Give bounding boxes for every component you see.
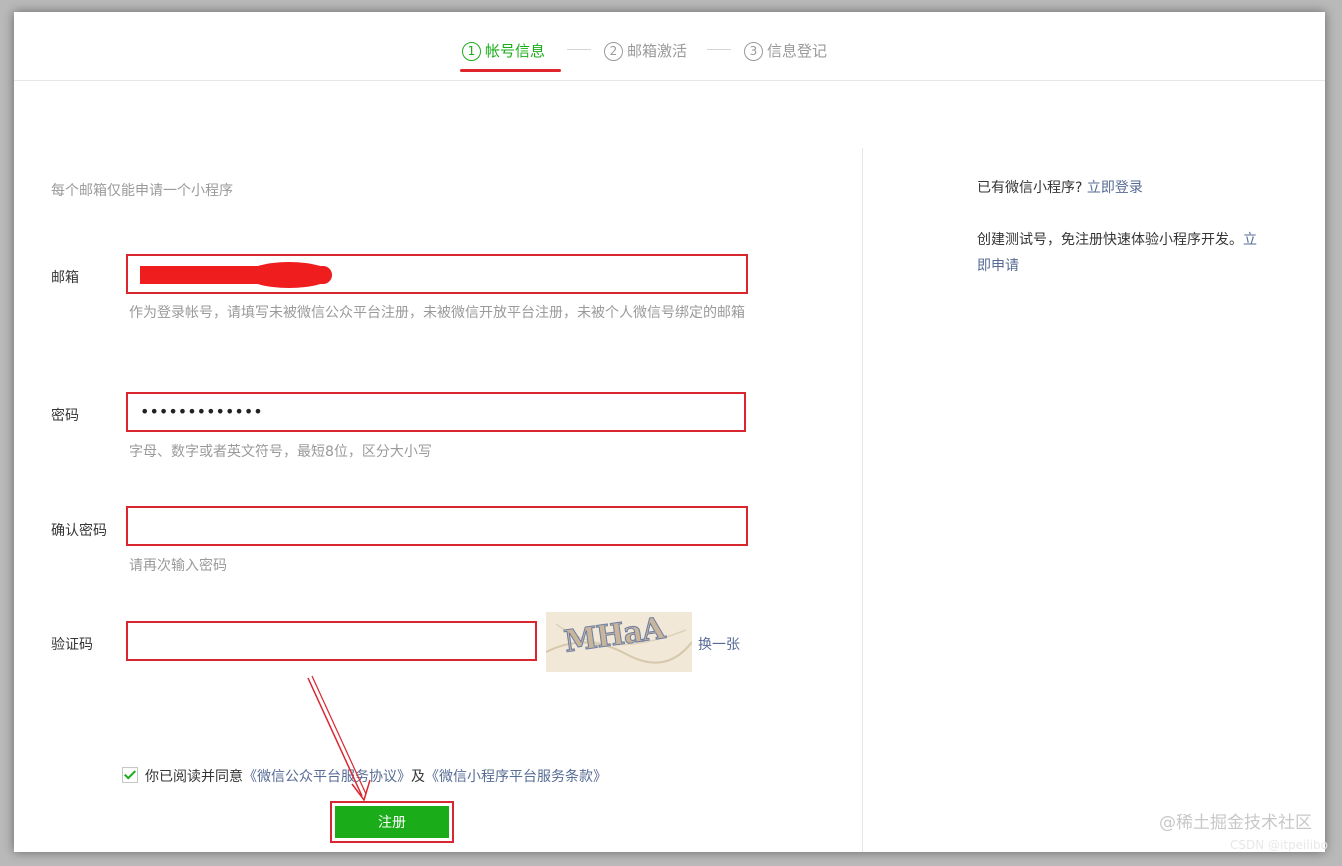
confirm-password-input[interactable] xyxy=(126,506,748,546)
register-button[interactable]: 注册 xyxy=(335,806,449,838)
service-agreement-link[interactable]: 《微信公众平台服务协议》 xyxy=(243,769,411,785)
terms-link[interactable]: 《微信小程序平台服务条款》 xyxy=(425,769,607,785)
agree-checkbox[interactable] xyxy=(122,767,138,783)
login-link[interactable]: 立即登录 xyxy=(1087,180,1143,196)
refresh-captcha-link[interactable]: 换一张 xyxy=(698,634,740,654)
step-account-info: 1 帐号信息 xyxy=(462,40,545,61)
submit-highlight: 注册 xyxy=(330,801,454,843)
annotation-arrow xyxy=(307,675,371,802)
test-account-text: 创建测试号，免注册快速体验小程序开发。 xyxy=(977,232,1243,248)
existing-account-text: 已有微信小程序? xyxy=(977,180,1083,196)
column-divider xyxy=(862,148,863,852)
form-tip: 每个邮箱仅能申请一个小程序 xyxy=(51,183,233,199)
step-email-activate: 2 邮箱激活 xyxy=(604,40,687,61)
active-step-underline xyxy=(460,69,561,72)
email-label: 邮箱 xyxy=(51,270,79,286)
agree-prefix: 你已阅读并同意 xyxy=(145,769,243,785)
step-label: 邮箱激活 xyxy=(627,42,688,60)
agreement-row: 你已阅读并同意《微信公众平台服务协议》及《微信小程序平台服务条款》 xyxy=(122,766,607,786)
registration-page: 1 帐号信息 2 邮箱激活 3 信息登记 每个邮箱仅能申请一个小程序 邮箱 作为登录帐… xyxy=(14,12,1325,852)
step-connector xyxy=(707,49,731,50)
redaction-mark xyxy=(246,262,332,288)
existing-account-hint: 已有微信小程序? 立即登录 xyxy=(977,175,1257,201)
step-info-register: 3 信息登记 xyxy=(744,40,827,61)
agree-middle: 及 xyxy=(411,769,425,785)
confirm-password-help: 请再次输入密码 xyxy=(129,558,227,574)
step-number: 3 xyxy=(744,42,763,61)
step-label: 信息登记 xyxy=(767,42,828,60)
test-account-hint: 创建测试号，免注册快速体验小程序开发。立即申请 xyxy=(977,227,1257,279)
confirm-password-label: 确认密码 xyxy=(51,523,107,539)
step-number: 2 xyxy=(604,42,623,61)
password-help: 字母、数字或者英文符号，最短8位，区分大小写 xyxy=(129,444,432,460)
step-connector xyxy=(567,49,591,50)
step-number: 1 xyxy=(462,42,481,61)
password-label: 密码 xyxy=(51,408,79,424)
password-input[interactable]: ••••••••••••• xyxy=(126,392,746,432)
watermark-sub: CSDN @itpeilibo xyxy=(1229,838,1328,852)
step-label: 帐号信息 xyxy=(485,42,546,60)
email-help: 作为登录帐号，请填写未被微信公众平台注册，未被微信开放平台注册，未被个人微信号绑… xyxy=(129,305,745,321)
step-progress: 1 帐号信息 2 邮箱激活 3 信息登记 xyxy=(14,12,1325,81)
watermark: @稀土掘金技术社区 xyxy=(1159,813,1312,833)
captcha-label: 验证码 xyxy=(51,637,93,653)
captcha-input[interactable] xyxy=(126,621,537,661)
captcha-image[interactable]: MHaA xyxy=(546,612,692,672)
